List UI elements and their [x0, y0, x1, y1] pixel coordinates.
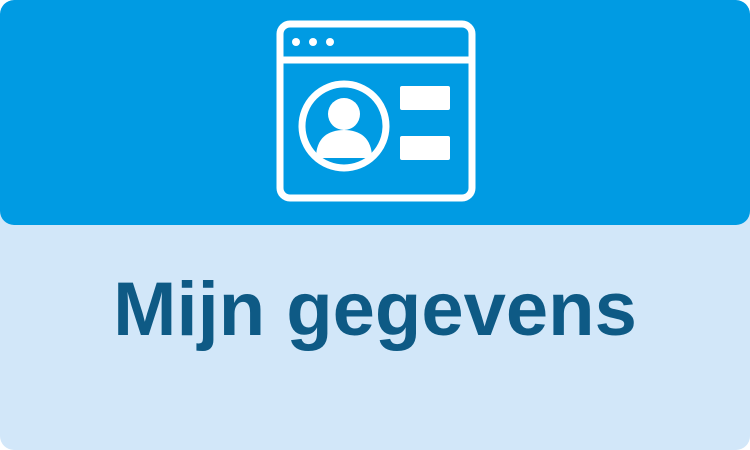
tile-header [0, 0, 750, 225]
tile-label: Mijn gegevens [113, 267, 637, 352]
user-profile-window-icon [276, 20, 476, 202]
mijn-gegevens-tile[interactable]: Mijn gegevens [0, 0, 750, 450]
